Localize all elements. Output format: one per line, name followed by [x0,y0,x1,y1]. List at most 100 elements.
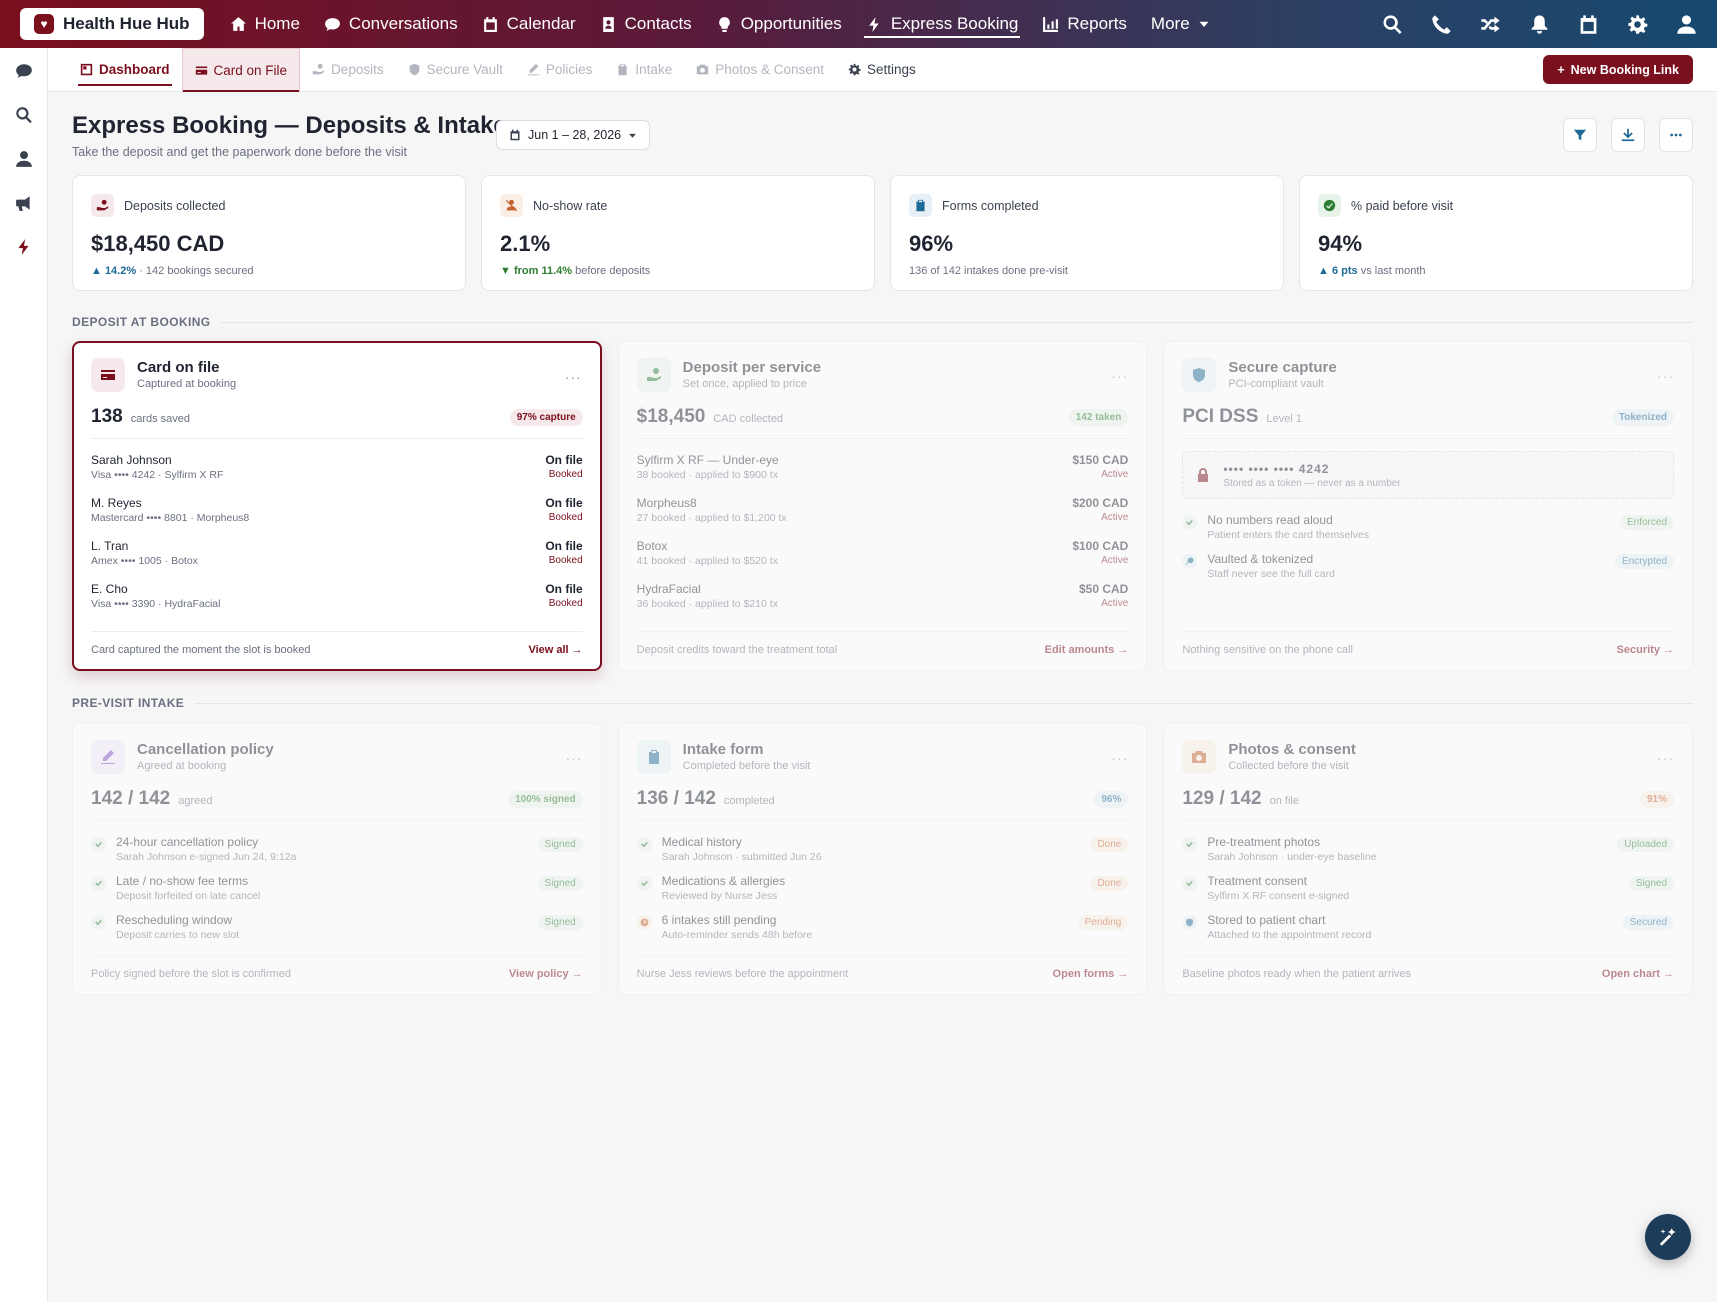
search-icon[interactable] [1382,14,1403,35]
chat-icon[interactable] [15,62,33,80]
open-forms-link[interactable]: Open forms → [1053,968,1129,980]
list-item[interactable]: Sylfirm X RF — Under-eye 38 booked · appl… [637,447,1129,490]
search-icon[interactable] [15,106,33,124]
gear-icon[interactable] [1627,14,1648,35]
kpi-note: vs last month [1360,265,1426,277]
caret-down-icon [629,133,637,138]
new-booking-link-button[interactable]: + New Booking Link [1543,55,1693,84]
user-icon[interactable] [15,150,33,168]
patient-name: Sarah Johnson [91,453,172,467]
filter-icon [1573,129,1587,141]
service-name: Morpheus8 [636,496,697,510]
shuffle-icon[interactable] [1480,14,1501,35]
phone-icon[interactable] [1431,14,1452,35]
card-icon [91,358,125,392]
calendar-icon[interactable] [1578,14,1599,35]
contacts-icon [602,16,614,32]
tab-photos-consent[interactable]: Photos & Consent [684,48,836,92]
card-detail: Mastercard •••• 8801 · Morpheus8 [91,512,250,524]
open-chart-link[interactable]: Open chart → [1602,968,1674,980]
nav-calendar[interactable]: Calendar [470,0,588,48]
deposit-cards: Card on file Captured at booking ··· 138… [72,341,1694,671]
date-range-label: Jun 1 – 28, 2026 [528,128,622,142]
check-icon [91,876,106,891]
kpi-label: % paid before visit [1351,198,1454,213]
dashboard-icon [80,63,93,76]
feature-title: No numbers read aloud [1207,513,1333,527]
card-menu-button[interactable]: ··· [1657,750,1674,766]
nav-home[interactable]: Home [218,0,312,48]
nav-opportunities[interactable]: Opportunities [704,0,854,48]
card-menu-button[interactable]: ··· [566,750,583,766]
ai-assist-button[interactable] [1645,1214,1691,1260]
nav-reports[interactable]: Reports [1030,0,1139,48]
user-icon[interactable] [1676,14,1697,35]
photos-consent-card[interactable]: Photos & consent Collected before the vi… [1163,723,1694,995]
card-menu-button[interactable]: ··· [1111,750,1128,766]
list-item[interactable]: Morpheus8 27 booked · applied to $1,200 t… [637,490,1129,533]
heart-logo-icon: ♥ [34,14,54,34]
card-list: Sarah Johnson Visa •••• 4242 · Sylfirm X … [91,447,583,619]
card-menu-button[interactable]: ··· [1657,368,1674,384]
download-button[interactable] [1611,118,1645,152]
app-brand[interactable]: ♥ Health Hue Hub [20,8,204,40]
megaphone-icon[interactable] [15,194,33,212]
caret-down-icon [1199,21,1209,27]
list-item[interactable]: E. Cho Visa •••• 3390 · HydraFacial On fil… [91,576,583,619]
calendar-icon [510,129,520,141]
list-item[interactable]: Botox 41 booked · applied to $520 tx $100 … [637,533,1129,576]
kpi-footnote: ▼ from 11.4% before deposits [500,265,856,277]
security-link[interactable]: Security → [1617,644,1674,656]
list-item[interactable]: L. Tran Amex •••• 1005 · Botox On file Book… [91,533,583,576]
tab-intake[interactable]: Intake [604,48,684,92]
filter-button[interactable] [1563,118,1597,152]
kpi-no-show-rate[interactable]: No-show rate 2.1% ▼ from 11.4% before de… [481,175,875,291]
list-item: Medical history Sarah Johnson · submitted… [636,829,1129,868]
secure-capture-card[interactable]: Secure capture PCI-compliant vault ··· P… [1163,341,1694,671]
more-options-button[interactable] [1659,118,1693,152]
download-icon [1621,128,1635,142]
tab-policies[interactable]: Policies [515,48,605,92]
hand-coin-icon [312,63,325,75]
card-subtitle: PCI-compliant vault [1228,378,1324,390]
tab-deposits[interactable]: Deposits [300,48,396,92]
edit-amounts-link[interactable]: Edit amounts → [1045,644,1129,656]
kpi-paid-before-visit[interactable]: % paid before visit 94% ▲ 6 pts vs last … [1299,175,1693,291]
tab-settings[interactable]: Settings [836,48,928,92]
card-title: Deposit per service [682,359,822,376]
date-range-picker[interactable]: Jun 1 – 28, 2026 [496,120,651,150]
list-item[interactable]: Sarah Johnson Visa •••• 4242 · Sylfirm X … [91,447,583,490]
list-item[interactable]: M. Reyes Mastercard •••• 8801 · Morpheus8… [91,490,583,533]
tab-dashboard[interactable]: Dashboard [68,48,182,92]
kpi-deposits-collected[interactable]: Deposits collected $18,450 CAD ▲ 14.2% ·… [72,175,466,291]
tab-card-on-file[interactable]: Card on File [181,47,301,92]
list-item[interactable]: HydraFacial 36 booked · applied to $210 t… [637,576,1129,619]
card-menu-button[interactable]: ··· [1111,368,1128,384]
intake-form-card[interactable]: Intake form Completed before the visit ·… [617,723,1148,995]
nav-express-booking[interactable]: Express Booking [854,0,1031,48]
camera-icon [1182,740,1217,774]
cancellation-policy-card[interactable]: Cancellation policy Agreed at booking ··… [72,723,602,995]
bell-icon[interactable] [1529,14,1550,35]
hand-coin-icon [636,358,671,392]
tab-secure-vault[interactable]: Secure Vault [396,48,515,92]
service-status: Active [1101,469,1129,480]
view-policy-link[interactable]: View policy → [509,968,583,980]
card-on-file-card[interactable]: Card on file Captured at booking ··· 138… [72,341,602,671]
status-badge: Pending [1077,915,1129,930]
nav-more[interactable]: More [1139,0,1222,48]
patient-name: L. Tran [91,539,129,553]
check-icon [1182,515,1198,530]
nav-more-label: More [1150,14,1190,33]
status-badge: Signed [537,837,583,852]
view-all-link[interactable]: View all → [528,644,582,656]
nav-contacts[interactable]: Contacts [588,0,704,48]
deposit-per-service-card[interactable]: Deposit per service Set once, applied to… [617,341,1148,671]
kpi-row: Deposits collected $18,450 CAD ▲ 14.2% ·… [72,175,1693,291]
nav-contacts-label: Contacts [624,14,692,33]
card-menu-button[interactable]: ··· [565,369,582,385]
kpi-delta: ▲ 14.2% [91,265,137,277]
nav-conversations[interactable]: Conversations [312,0,470,48]
bolt-icon[interactable] [15,238,33,256]
kpi-forms-completed[interactable]: Forms completed 96% 136 of 142 intakes d… [890,175,1284,291]
